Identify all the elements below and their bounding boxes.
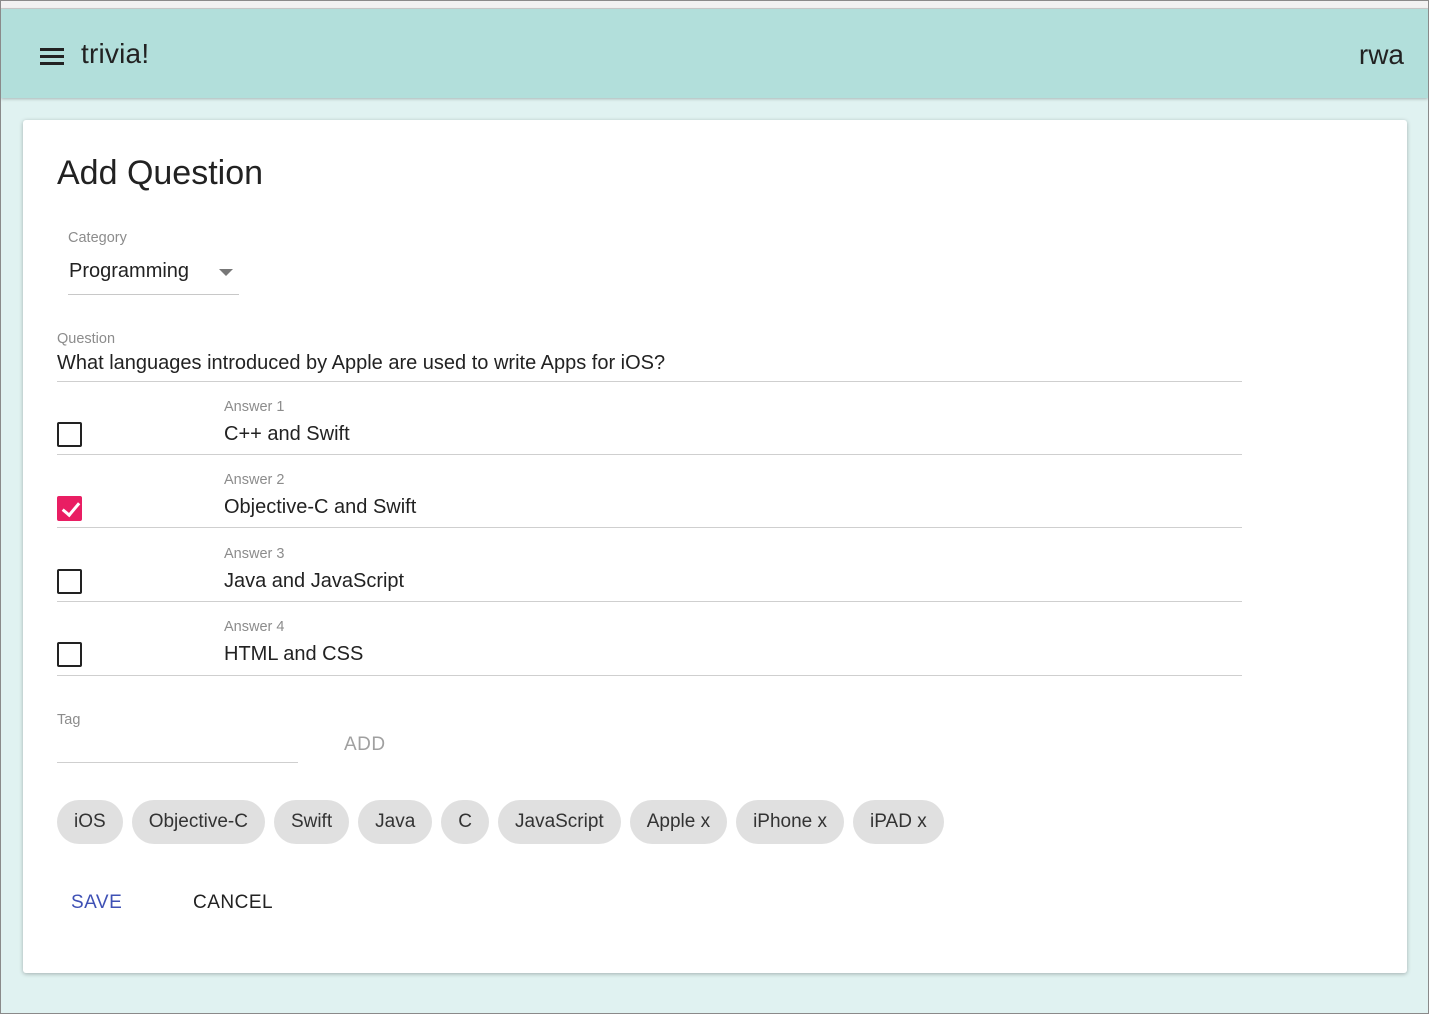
answer-2-correct-checkbox[interactable] bbox=[57, 496, 82, 521]
question-input[interactable]: What languages introduced by Apple are u… bbox=[57, 352, 1242, 382]
tag-input[interactable] bbox=[57, 732, 298, 763]
answer-2-label: Answer 2 bbox=[224, 472, 285, 488]
add-question-card: Add Question Category Programming Questi… bbox=[23, 120, 1407, 973]
answer-3-input-value: Java and JavaScript bbox=[224, 570, 405, 592]
tag-label: Tag bbox=[57, 712, 81, 728]
tag-chip[interactable]: Apple x bbox=[629, 800, 728, 844]
answer-3-input[interactable]: Java and JavaScript bbox=[57, 568, 1242, 602]
answer-1-input[interactable]: C++ and Swift bbox=[57, 421, 1242, 455]
tag-chip[interactable]: iOS bbox=[57, 800, 123, 844]
hamburger-menu-icon[interactable] bbox=[38, 46, 66, 66]
answer-4-input[interactable]: HTML and CSS bbox=[57, 641, 1242, 676]
browser-top-strip bbox=[1, 1, 1428, 9]
app-title: trivia! bbox=[81, 38, 150, 69]
page-title: Add Question bbox=[57, 154, 264, 192]
user-name[interactable]: rwa bbox=[1359, 39, 1404, 71]
checkmark-icon bbox=[61, 497, 81, 518]
answer-4-input-value: HTML and CSS bbox=[224, 643, 364, 665]
answer-4-correct-checkbox[interactable] bbox=[57, 642, 82, 667]
answer-2-input-value: Objective-C and Swift bbox=[224, 496, 417, 518]
answer-3-correct-checkbox[interactable] bbox=[57, 569, 82, 594]
tag-chip[interactable]: iPhone x bbox=[736, 800, 845, 844]
add-tag-button[interactable]: ADD bbox=[344, 734, 386, 756]
dropdown-arrow-icon bbox=[219, 269, 233, 276]
save-button[interactable]: SAVE bbox=[71, 892, 122, 914]
answer-3-label: Answer 3 bbox=[224, 546, 285, 562]
category-label: Category bbox=[68, 230, 127, 246]
cancel-button[interactable]: CANCEL bbox=[193, 892, 273, 914]
category-selected-value: Programming bbox=[69, 260, 190, 282]
app-toolbar: trivia! rwa bbox=[1, 9, 1428, 98]
tag-chip-list: iOS Objective-C Swift Java C JavaScript … bbox=[57, 800, 944, 844]
tag-chip[interactable]: JavaScript bbox=[498, 800, 621, 844]
category-select[interactable]: Programming bbox=[68, 250, 239, 295]
tag-chip[interactable]: Objective-C bbox=[131, 800, 265, 844]
question-label: Question bbox=[57, 331, 116, 347]
tag-chip[interactable]: Swift bbox=[273, 800, 350, 844]
tag-chip[interactable]: iPAD x bbox=[853, 800, 944, 844]
answer-1-input-value: C++ and Swift bbox=[224, 423, 350, 445]
tag-chip[interactable]: Java bbox=[358, 800, 433, 844]
question-input-value: What languages introduced by Apple are u… bbox=[57, 352, 666, 374]
tag-chip[interactable]: C bbox=[441, 800, 489, 844]
answer-2-input[interactable]: Objective-C and Swift bbox=[57, 494, 1242, 528]
app-window: trivia! rwa Add Question Category Progra… bbox=[0, 0, 1429, 1014]
answer-1-label: Answer 1 bbox=[224, 399, 285, 415]
answer-4-label: Answer 4 bbox=[224, 619, 285, 635]
